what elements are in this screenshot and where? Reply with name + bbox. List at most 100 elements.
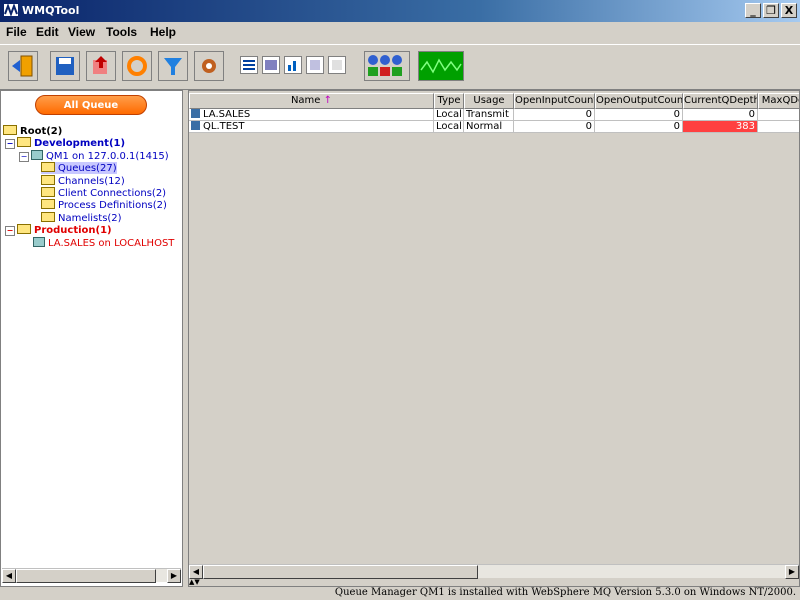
sort-ascending-icon: ↑	[323, 95, 333, 106]
minimize-button[interactable]: _	[745, 3, 761, 18]
cell-usage: Normal	[464, 121, 514, 133]
queue-manager-icon	[31, 150, 43, 160]
folder-icon	[41, 199, 55, 209]
collapse-icon[interactable]: −	[5, 139, 15, 149]
tree-production[interactable]: − Production(1)	[5, 224, 112, 236]
close-button[interactable]: X	[781, 3, 797, 18]
scroll-right-icon[interactable]: ▶	[167, 569, 181, 583]
cell-current-depth-alert: 383	[683, 121, 758, 133]
funnel-icon	[164, 58, 182, 75]
queue-icon	[191, 109, 200, 118]
scroll-left-icon[interactable]: ◀	[189, 565, 203, 579]
column-header-open-output-count[interactable]: OpenOutputCount	[595, 93, 683, 109]
collapse-icon[interactable]: −	[19, 152, 29, 162]
split-arrows-icon[interactable]: ▲▼	[189, 578, 203, 586]
scroll-thumb[interactable]	[16, 569, 156, 583]
cell-type: Local	[434, 109, 464, 121]
view-details-button[interactable]	[262, 56, 280, 74]
status-lights-icon	[368, 55, 402, 76]
list-view-icon	[243, 60, 255, 70]
cell-open-output: 0	[595, 109, 683, 121]
queue-table-panel: Name ↑ Type Usage OpenInputCount OpenOut…	[188, 90, 800, 587]
cell-current-depth: 0	[683, 109, 758, 121]
monitor-button[interactable]	[418, 51, 464, 81]
column-header-max-q-depth[interactable]: MaxQDe	[758, 93, 799, 109]
column-header-name[interactable]: Name ↑	[189, 93, 434, 109]
column-header-current-q-depth[interactable]: CurrentQDepth	[683, 93, 758, 109]
status-text: Queue Manager QM1 is installed with WebS…	[334, 587, 796, 598]
cell-max-depth	[758, 121, 799, 133]
filter-button[interactable]	[158, 51, 188, 81]
status-bar: Queue Manager QM1 is installed with WebS…	[0, 587, 800, 600]
chart-view-icon	[288, 61, 296, 71]
navigation-tree-panel: All Queue Managers Root(2) − Development(…	[0, 90, 183, 587]
column-header-type[interactable]: Type	[434, 93, 464, 109]
tree-root[interactable]: Root(2)	[3, 125, 62, 137]
view-disabled-button[interactable]	[328, 56, 346, 74]
column-header-open-input-count[interactable]: OpenInputCount	[514, 93, 595, 109]
tree-process-definitions[interactable]: Process Definitions(2)	[41, 199, 167, 211]
toolbar	[0, 44, 800, 129]
floppy-disk-icon	[56, 57, 74, 75]
folder-icon	[17, 137, 31, 147]
tree-la-sales-qm[interactable]: LA.SALES on LOCALHOST	[33, 237, 174, 249]
title-bar: WMQTool _ ❐ X	[0, 0, 800, 22]
cell-open-output: 0	[595, 121, 683, 133]
cell-type: Local	[434, 121, 464, 133]
menu-tools[interactable]: Tools	[106, 25, 137, 39]
window-title: WMQTool	[22, 4, 80, 17]
folder-icon	[41, 187, 55, 197]
properties-icon	[310, 60, 320, 70]
maximize-button[interactable]: ❐	[763, 3, 779, 18]
gear-icon	[202, 59, 216, 73]
left-horizontal-scrollbar[interactable]: ◀ ▶	[2, 568, 181, 583]
folder-icon	[17, 224, 31, 234]
refresh-button[interactable]	[122, 51, 152, 81]
column-header-usage[interactable]: Usage	[464, 93, 514, 109]
scroll-left-icon[interactable]: ◀	[2, 569, 16, 583]
queue-manager-icon	[33, 237, 45, 247]
tree-queues[interactable]: Queues(27)	[41, 162, 117, 174]
table-row[interactable]: LA.SALES	[189, 109, 434, 121]
folder-icon	[41, 175, 55, 185]
blank-view-icon	[332, 60, 342, 70]
exit-button[interactable]	[8, 51, 38, 81]
folder-icon	[41, 212, 55, 222]
cell-open-input: 0	[514, 121, 595, 133]
menu-view[interactable]: View	[68, 25, 95, 39]
folder-icon	[41, 162, 55, 172]
settings-button[interactable]	[194, 51, 224, 81]
tree-namelists[interactable]: Namelists(2)	[41, 212, 122, 224]
details-view-icon	[265, 60, 277, 70]
cell-max-depth: 5	[758, 109, 799, 121]
export-icon	[93, 56, 107, 74]
view-chart-button[interactable]	[284, 56, 302, 74]
status-toggle-button[interactable]	[364, 51, 410, 81]
collapse-icon[interactable]: −	[5, 226, 15, 236]
tree-client-connections[interactable]: Client Connections(2)	[41, 187, 166, 199]
view-list-button[interactable]	[240, 56, 258, 74]
tree-channels[interactable]: Channels(12)	[41, 175, 125, 187]
save-button[interactable]	[50, 51, 80, 81]
table-row[interactable]: QL.TEST	[189, 121, 434, 133]
menu-bar: File Edit View Tools Help	[0, 22, 800, 42]
scroll-thumb[interactable]	[203, 565, 478, 579]
export-button[interactable]	[86, 51, 116, 81]
menu-help[interactable]: Help	[150, 25, 176, 39]
scroll-right-icon[interactable]: ▶	[785, 565, 799, 579]
refresh-icon	[127, 56, 147, 76]
exit-door-icon	[12, 55, 33, 77]
view-properties-button[interactable]	[306, 56, 324, 74]
menu-edit[interactable]: Edit	[36, 25, 59, 39]
monitor-graph-icon	[419, 52, 463, 80]
menu-file[interactable]: File	[6, 25, 27, 39]
tree-qm1[interactable]: − QM1 on 127.0.0.1(1415)	[19, 150, 169, 162]
right-horizontal-scrollbar[interactable]: ◀ ▶	[189, 564, 799, 579]
app-logo-icon	[4, 4, 18, 16]
cell-usage: Transmit	[464, 109, 514, 121]
all-queue-managers-button[interactable]: All Queue Managers	[35, 95, 147, 131]
cell-open-input: 0	[514, 109, 595, 121]
tree-development[interactable]: − Development(1)	[5, 137, 125, 149]
queue-icon	[191, 121, 200, 130]
folder-icon	[3, 125, 17, 135]
